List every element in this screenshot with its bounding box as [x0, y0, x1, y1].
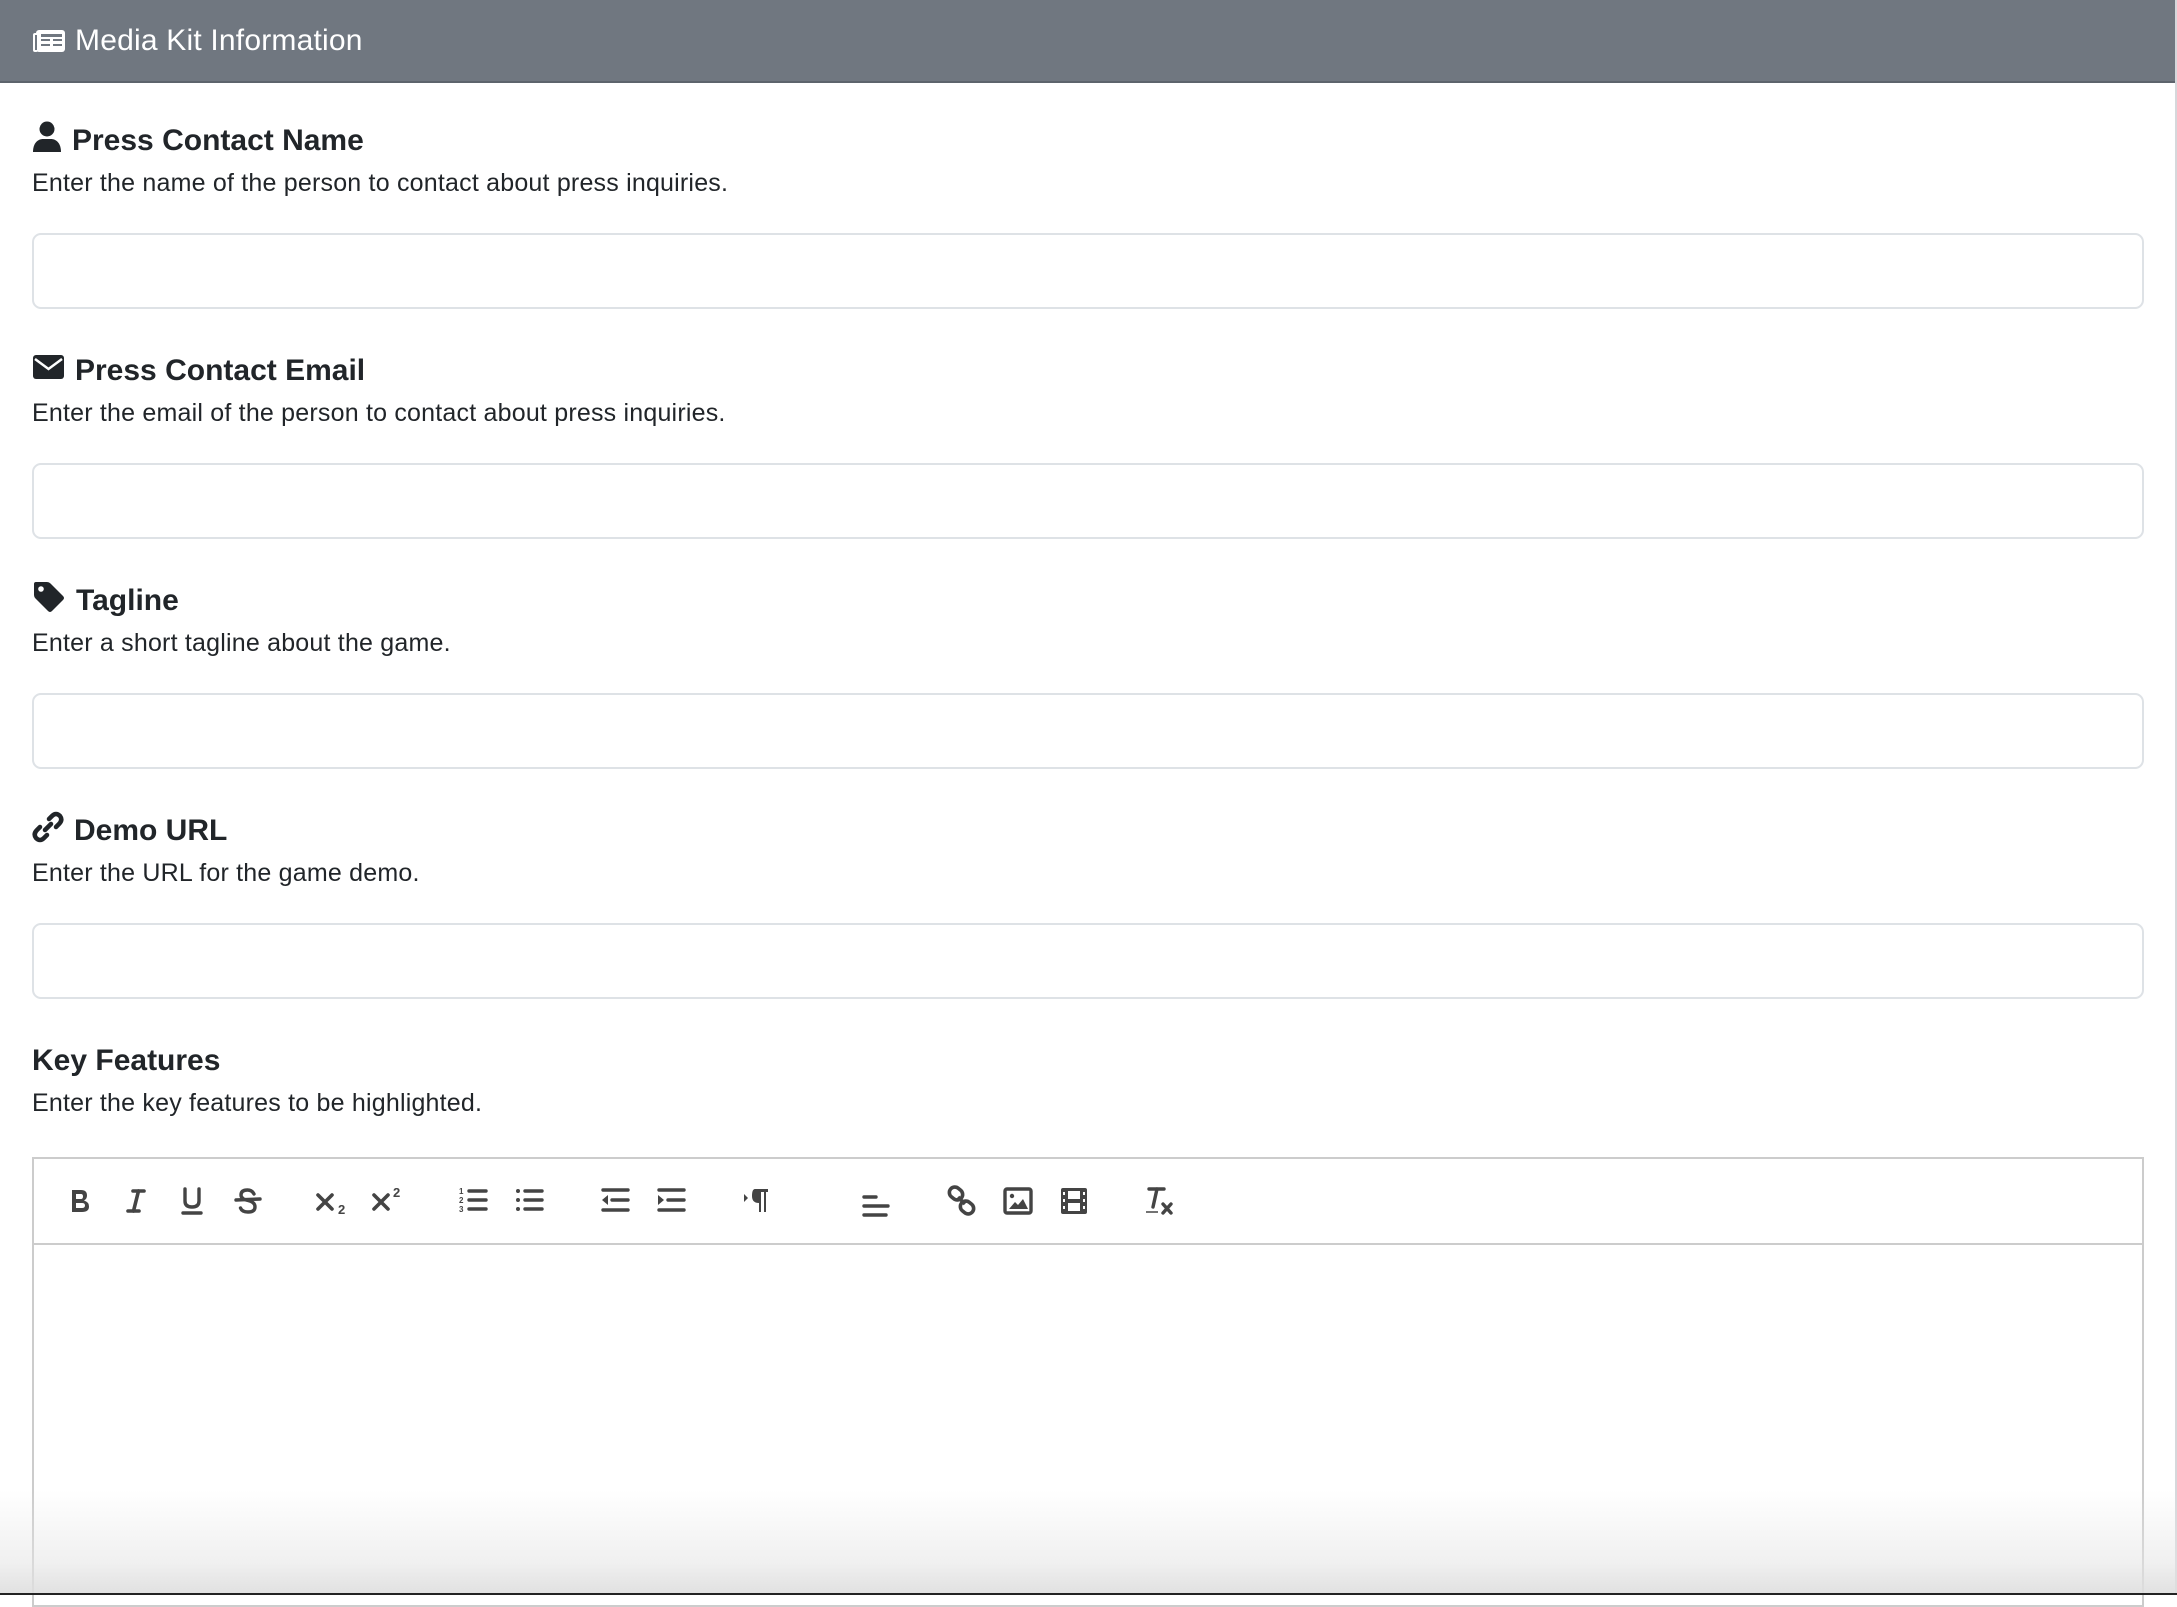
strikethrough-button[interactable] [228, 1181, 268, 1221]
demo-url-help: Enter the URL for the game demo. [32, 859, 420, 887]
bullet-list-icon [514, 1186, 546, 1216]
demo-url-group: Demo URL Enter the URL for the game demo… [32, 811, 2144, 999]
press-contact-name-label: Press Contact Name [32, 121, 2144, 161]
press-contact-email-label-text: Press Contact Email [75, 354, 366, 387]
link-icon [32, 811, 64, 851]
outdent-button[interactable] [596, 1181, 636, 1221]
image-button[interactable] [998, 1181, 1038, 1221]
align-icon [860, 1189, 892, 1221]
link-button[interactable] [942, 1181, 982, 1221]
underline-icon [179, 1186, 205, 1216]
svg-text:2: 2 [393, 1187, 400, 1200]
newspaper-icon [32, 28, 67, 54]
strikethrough-icon [234, 1187, 262, 1215]
tag-icon [32, 580, 66, 622]
tagline-label-text: Tagline [76, 584, 179, 617]
bold-button[interactable] [60, 1181, 100, 1221]
bullet-list-button[interactable] [510, 1181, 550, 1221]
outdent-icon [600, 1186, 632, 1216]
superscript-button[interactable]: 2 [368, 1181, 408, 1221]
press-contact-name-input[interactable] [32, 233, 2144, 309]
ordered-list-button[interactable]: 123 [454, 1181, 494, 1221]
press-contact-email-label: Press Contact Email [32, 351, 2144, 391]
demo-url-input[interactable] [32, 923, 2144, 999]
card-header: Media Kit Information [0, 0, 2175, 83]
link-icon [946, 1185, 978, 1217]
tagline-input[interactable] [32, 693, 2144, 769]
indent-icon [656, 1186, 688, 1216]
clear-formatting-icon [1144, 1186, 1176, 1216]
subscript-icon: 2 [315, 1187, 349, 1215]
italic-icon [123, 1187, 149, 1215]
bold-icon [67, 1187, 93, 1215]
press-contact-email-help: Enter the email of the person to contact… [32, 399, 726, 427]
press-contact-name-group: Press Contact Name Enter the name of the… [32, 121, 2144, 309]
underline-button[interactable] [172, 1181, 212, 1221]
key-features-editor: 2 2 123 [32, 1157, 2144, 1607]
superscript-icon: 2 [371, 1187, 405, 1215]
tagline-group: Tagline Enter a short tagline about the … [32, 581, 2144, 769]
align-button[interactable] [856, 1185, 896, 1225]
user-icon [32, 121, 62, 161]
press-contact-name-label-text: Press Contact Name [72, 124, 364, 157]
envelope-icon [32, 354, 65, 388]
press-contact-email-group: Press Contact Email Enter the email of t… [32, 351, 2144, 539]
key-features-group: Key Features Enter the key features to b… [32, 1041, 2144, 1121]
press-contact-name-help: Enter the name of the person to contact … [32, 169, 729, 197]
svg-text:2: 2 [459, 1196, 464, 1205]
italic-button[interactable] [116, 1181, 156, 1221]
svg-text:3: 3 [459, 1205, 464, 1214]
key-features-label: Key Features [32, 1044, 221, 1077]
press-contact-email-input[interactable] [32, 463, 2144, 539]
video-button[interactable] [1054, 1181, 1094, 1221]
tagline-help: Enter a short tagline about the game. [32, 629, 451, 657]
tagline-label: Tagline [32, 581, 2144, 621]
clear-formatting-button[interactable] [1140, 1181, 1180, 1221]
ordered-list-icon: 123 [458, 1186, 490, 1216]
demo-url-label-text: Demo URL [74, 814, 228, 847]
media-kit-card: Media Kit Information Press Contact Name… [0, 0, 2177, 1607]
svg-text:2: 2 [338, 1202, 345, 1215]
svg-text:1: 1 [459, 1187, 464, 1196]
subscript-button[interactable]: 2 [312, 1181, 352, 1221]
text-direction-icon [742, 1186, 774, 1216]
image-icon [1003, 1187, 1033, 1215]
text-direction-button[interactable] [738, 1181, 778, 1221]
video-icon [1059, 1186, 1089, 1216]
demo-url-label: Demo URL [32, 811, 2144, 851]
editor-toolbar: 2 2 123 [34, 1159, 2142, 1245]
key-features-help: Enter the key features to be highlighted… [32, 1089, 483, 1117]
card-title: Media Kit Information [75, 23, 363, 57]
indent-button[interactable] [652, 1181, 692, 1221]
key-features-editor-content[interactable] [34, 1245, 2142, 1605]
